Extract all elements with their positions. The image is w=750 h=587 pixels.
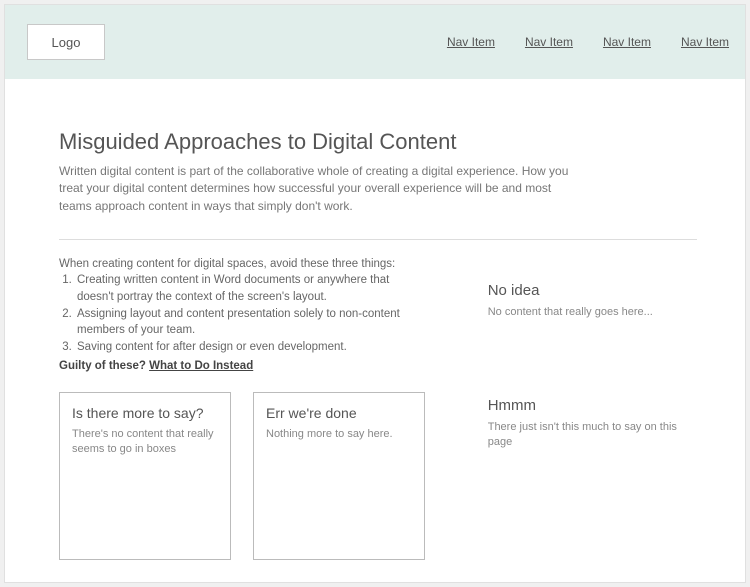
box-title: Is there more to say? [72,405,218,421]
box-row: Is there more to say? There's no content… [59,392,428,560]
nav-item-1[interactable]: Nav Item [447,35,495,49]
box-text: There's no content that really seems to … [72,427,218,458]
guilty-line: Guilty of these? What to Do Instead [59,360,428,372]
page-frame: Logo Nav Item Nav Item Nav Item Nav Item… [4,4,746,583]
nav-item-3[interactable]: Nav Item [603,35,651,49]
top-nav: Nav Item Nav Item Nav Item Nav Item [447,35,735,49]
logo: Logo [27,24,105,60]
side-text: There just isn't this much to say on thi… [488,420,697,451]
list-lead: When creating content for digital spaces… [59,258,428,270]
header: Logo Nav Item Nav Item Nav Item Nav Item [5,5,745,79]
intro-paragraph: Written digital content is part of the c… [59,163,579,215]
box-text: Nothing more to say here. [266,427,412,442]
right-column: No idea No content that really goes here… [488,258,697,559]
box-title: Err we're done [266,405,412,421]
guilty-prefix: Guilty of these? [59,360,149,372]
avoid-list: Creating written content in Word documen… [59,272,428,355]
side-block-1: No idea No content that really goes here… [488,282,697,320]
list-item: Creating written content in Word documen… [75,272,428,305]
divider [59,239,697,240]
side-title: No idea [488,282,697,299]
nav-item-2[interactable]: Nav Item [525,35,573,49]
page-title: Misguided Approaches to Digital Content [59,129,697,155]
content-area: Misguided Approaches to Digital Content … [5,79,745,560]
left-column: When creating content for digital spaces… [59,258,428,559]
columns: When creating content for digital spaces… [59,258,697,559]
side-text: No content that really goes here... [488,305,697,320]
content-box-2: Err we're done Nothing more to say here. [253,392,425,560]
nav-item-4[interactable]: Nav Item [681,35,729,49]
list-item: Saving content for after design or even … [75,339,428,356]
list-item: Assigning layout and content presentatio… [75,306,428,339]
content-box-1: Is there more to say? There's no content… [59,392,231,560]
side-block-2: Hmmm There just isn't this much to say o… [488,397,697,451]
guilty-link[interactable]: What to Do Instead [149,360,253,372]
side-title: Hmmm [488,397,697,414]
